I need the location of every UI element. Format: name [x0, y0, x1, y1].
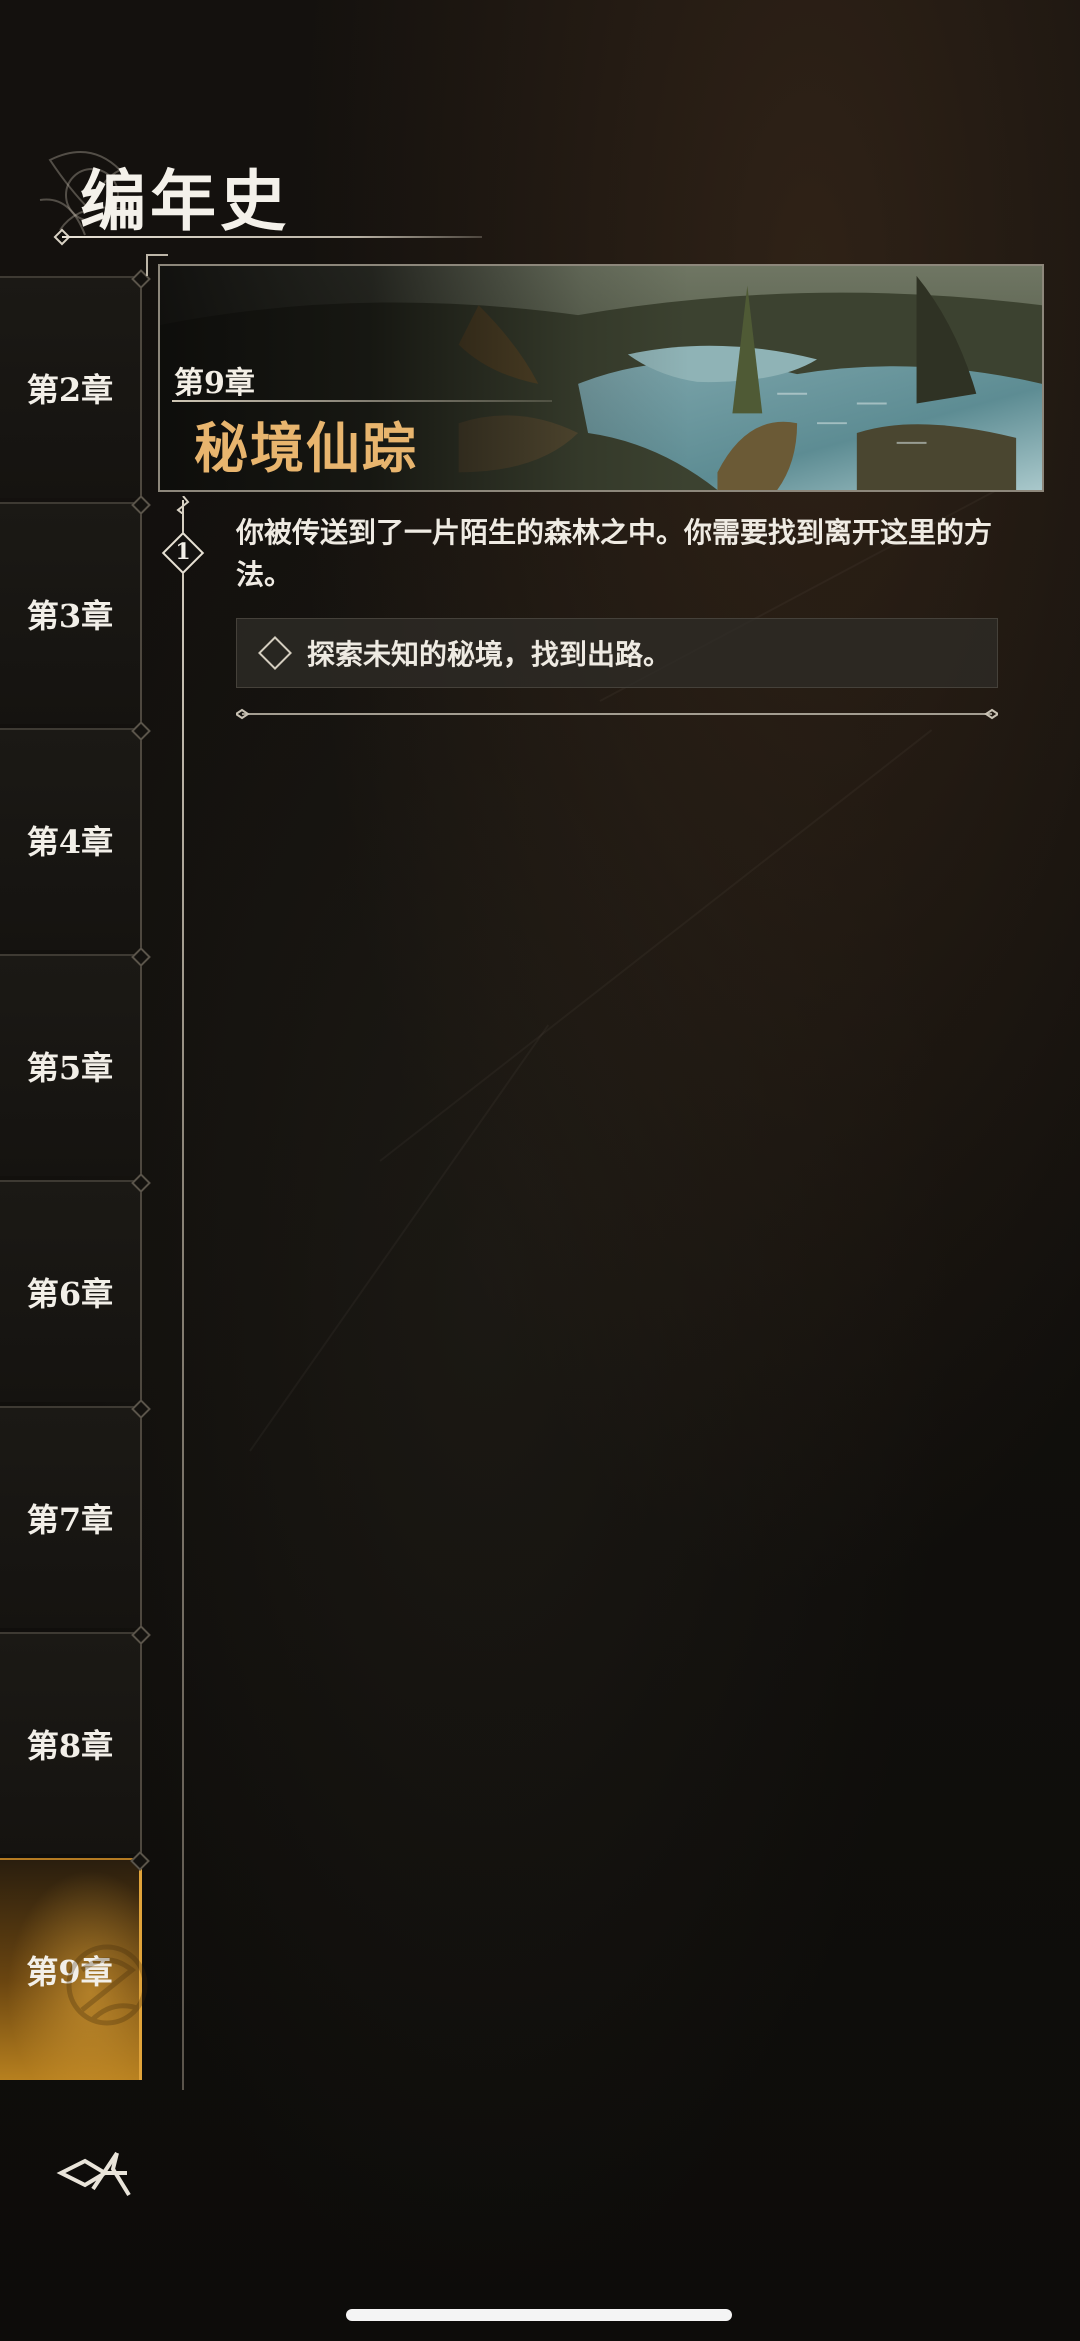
tab-notch — [131, 947, 151, 967]
back-button[interactable] — [52, 2140, 138, 2206]
chapter-tab-3[interactable]: 第3章 — [0, 495, 151, 724]
diamond-icon — [258, 636, 292, 670]
chapter-nav: 第2章 第3章 第4章 第5章 第6章 第7章 第8章 第9章 — [0, 269, 151, 2084]
banner-separator — [172, 400, 552, 402]
chapter-tab-6[interactable]: 第6章 — [0, 1173, 151, 1402]
chapter-tab-label: 第2章 — [26, 371, 114, 409]
step-marker: 1 — [160, 530, 206, 576]
chapter-tab-label: 第6章 — [26, 1275, 114, 1313]
tab-notch — [131, 1399, 151, 1419]
chapter-tab-label: 第7章 — [26, 1501, 114, 1539]
chapter-tab-2[interactable]: 第2章 — [0, 269, 151, 498]
chapter-tab-8[interactable]: 第8章 — [0, 1625, 151, 1854]
chapter-banner: 第9章 秘境仙踪 — [158, 264, 1044, 492]
quest-objective[interactable]: 探索未知的秘境，找到出路。 — [236, 618, 998, 688]
tab-notch — [131, 721, 151, 741]
chapter-emblem-icon — [66, 1944, 148, 2026]
chronicle-screen: 编年史 第2章 第3章 第4章 第5章 第6章 第7章 第8章 第9章 1 第9… — [0, 0, 1080, 2341]
tab-notch — [131, 1173, 151, 1193]
back-arrow-icon — [56, 2151, 131, 2197]
background-texture — [249, 1024, 550, 1452]
chapter-tab-label: 第8章 — [26, 1727, 114, 1765]
chapter-tab-5[interactable]: 第5章 — [0, 947, 151, 1176]
tab-notch — [131, 1625, 151, 1645]
chapter-tab-label: 第5章 — [26, 1049, 114, 1087]
banner-chapter-name: 秘境仙踪 — [194, 416, 418, 480]
tab-notch — [130, 1851, 150, 1871]
background-texture — [379, 729, 933, 1162]
chapter-tab-9-active[interactable]: 第9章 — [0, 1851, 150, 2080]
chapter-tab-label: 第3章 — [26, 597, 114, 635]
tab-notch — [131, 495, 151, 515]
banner-chapter-label: 第9章 — [174, 366, 255, 401]
home-indicator[interactable] — [346, 2309, 732, 2321]
chapter-tab-label: 第4章 — [26, 823, 114, 861]
quest-divider — [236, 708, 998, 720]
page-title: 编年史 — [80, 162, 290, 240]
chapter-tab-4[interactable]: 第4章 — [0, 721, 151, 950]
quest-description: 你被传送到了一片陌生的森林之中。你需要找到离开这里的方法。 — [236, 516, 993, 591]
timeline-rail — [182, 500, 184, 2090]
page-header: 编年史 — [30, 140, 482, 250]
title-underline — [62, 236, 482, 238]
step-number: 1 — [175, 539, 191, 565]
chapter-tab-7[interactable]: 第7章 — [0, 1399, 151, 1628]
objective-text: 探索未知的秘境，找到出路。 — [307, 638, 672, 671]
